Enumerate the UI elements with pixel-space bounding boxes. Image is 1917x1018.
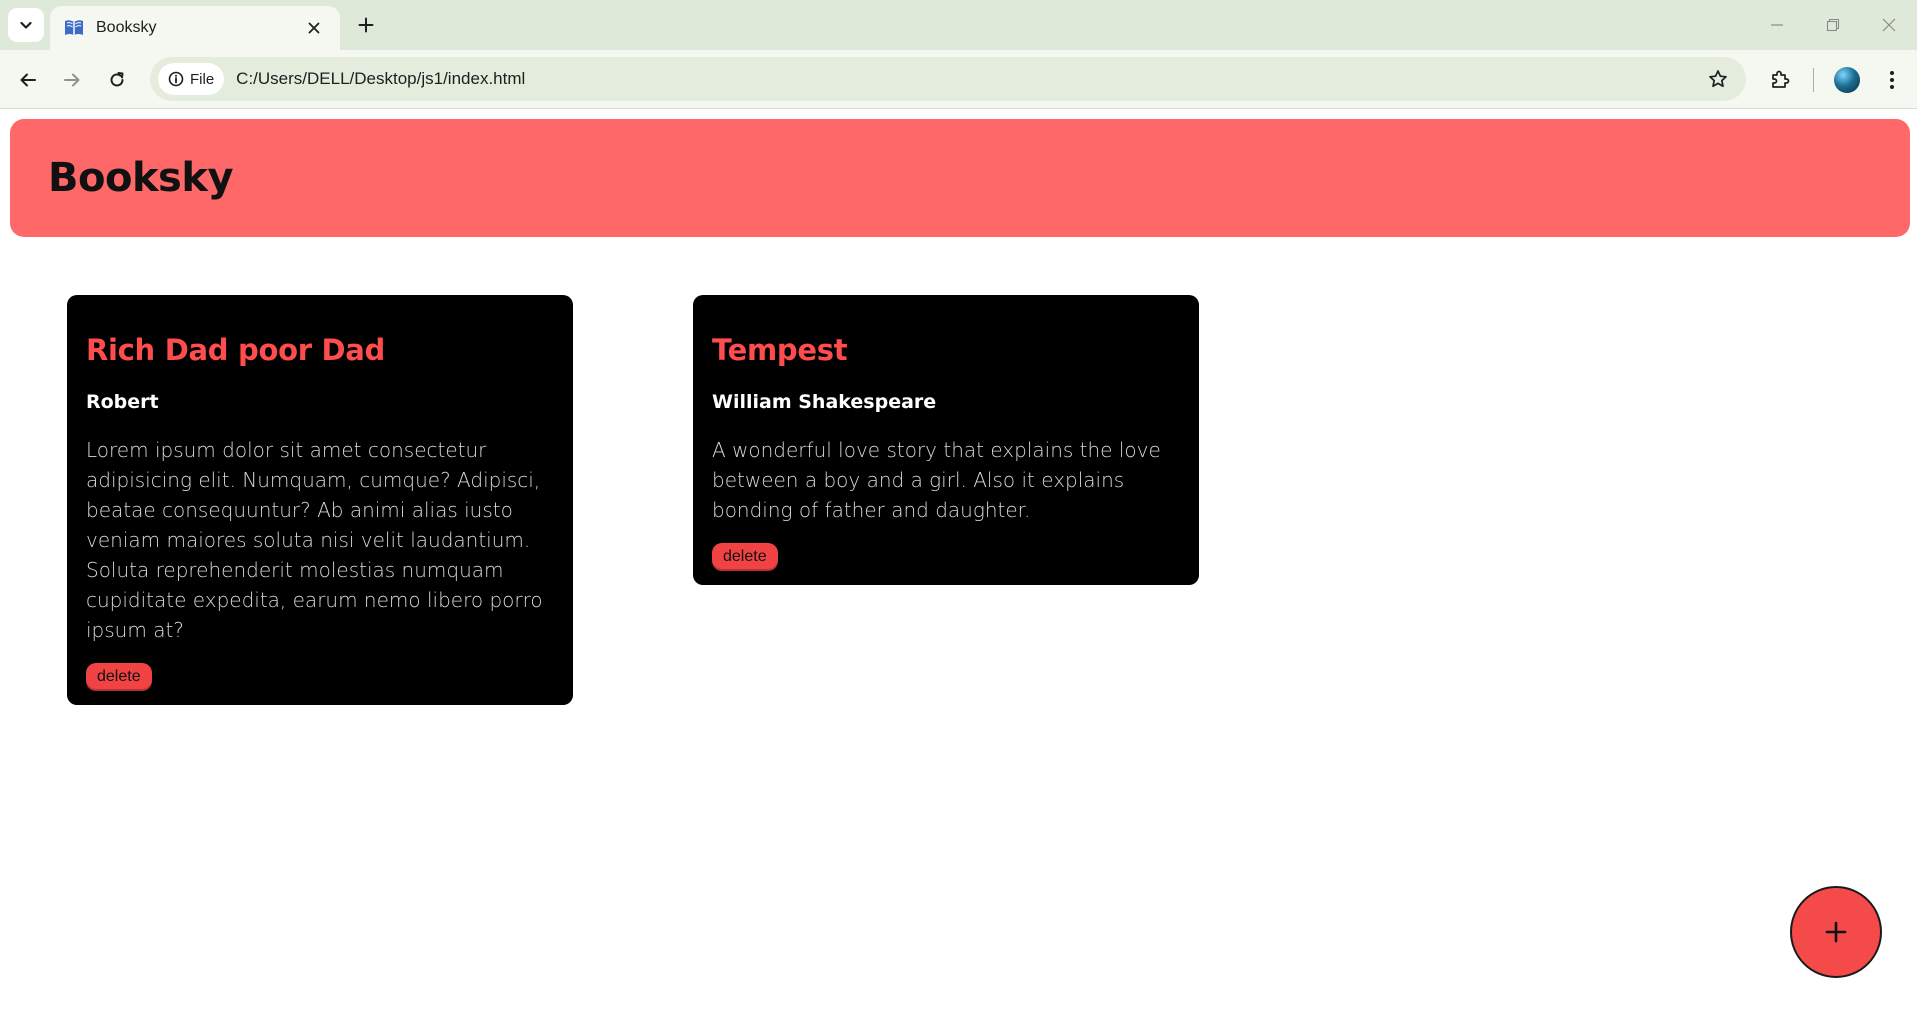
url-text[interactable]: C:/Users/DELL/Desktop/js1/index.html	[236, 69, 1698, 89]
delete-button[interactable]: delete	[712, 543, 778, 571]
tab-strip: Booksky	[0, 0, 1917, 50]
browser-toolbar: File C:/Users/DELL/Desktop/js1/index.htm…	[0, 50, 1917, 109]
add-book-button[interactable]	[1790, 886, 1882, 978]
restore-icon	[1826, 18, 1840, 32]
close-tab-icon[interactable]	[302, 16, 326, 40]
minimize-button[interactable]	[1749, 0, 1805, 50]
back-button[interactable]	[12, 64, 44, 96]
arrow-left-icon	[20, 73, 36, 87]
reload-icon	[110, 72, 124, 87]
bookmark-star-button[interactable]	[1698, 59, 1738, 99]
browser-tab-active[interactable]: Booksky	[50, 6, 340, 50]
info-icon	[168, 71, 184, 87]
site-header: Booksky	[10, 119, 1910, 237]
star-icon	[1709, 70, 1727, 88]
book-author: Robert	[86, 391, 159, 413]
chevron-down-icon	[20, 21, 32, 29]
book-icon	[64, 18, 84, 38]
close-icon	[1882, 18, 1896, 32]
close-window-button[interactable]	[1861, 0, 1917, 50]
toolbar-divider	[1813, 68, 1814, 92]
avatar	[1834, 67, 1860, 93]
tab-search-button[interactable]	[8, 8, 44, 42]
plus-icon	[1825, 921, 1847, 943]
puzzle-icon	[1772, 70, 1790, 88]
delete-button[interactable]: delete	[86, 663, 152, 691]
window-controls	[1749, 0, 1917, 50]
restore-button[interactable]	[1805, 0, 1861, 50]
profile-button[interactable]	[1829, 62, 1865, 98]
arrow-right-icon	[64, 73, 80, 87]
book-card: Rich Dad poor Dad Robert Lorem ipsum dol…	[67, 295, 573, 705]
book-title: Tempest	[712, 333, 848, 367]
book-description: Lorem ipsum dolor sit amet consectetur a…	[86, 438, 543, 642]
address-bar[interactable]: File C:/Users/DELL/Desktop/js1/index.htm…	[150, 57, 1746, 101]
plus-icon	[358, 17, 374, 33]
forward-button[interactable]	[56, 64, 88, 96]
book-description: A wonderful love story that explains the…	[712, 438, 1161, 522]
new-tab-button[interactable]	[352, 11, 380, 39]
page-title: Booksky	[48, 155, 234, 201]
browser-menu-button[interactable]	[1874, 62, 1910, 98]
book-title: Rich Dad poor Dad	[86, 333, 386, 367]
page-content: Booksky Rich Dad poor Dad Robert Lorem i…	[0, 109, 1917, 1018]
site-chip-label: File	[190, 70, 215, 88]
reload-button[interactable]	[101, 64, 133, 96]
book-author: William Shakespeare	[712, 391, 937, 413]
tab-title: Booksky	[96, 19, 157, 36]
book-card: Tempest William Shakespeare A wonderful …	[693, 295, 1199, 585]
site-info-chip[interactable]: File	[158, 63, 225, 95]
minimize-icon	[1771, 24, 1783, 26]
more-vertical-icon	[1890, 71, 1894, 89]
browser-chrome: Booksky File C:/Users/DELL/Desktop/js1/i…	[0, 0, 1917, 109]
extensions-button[interactable]	[1762, 62, 1798, 98]
